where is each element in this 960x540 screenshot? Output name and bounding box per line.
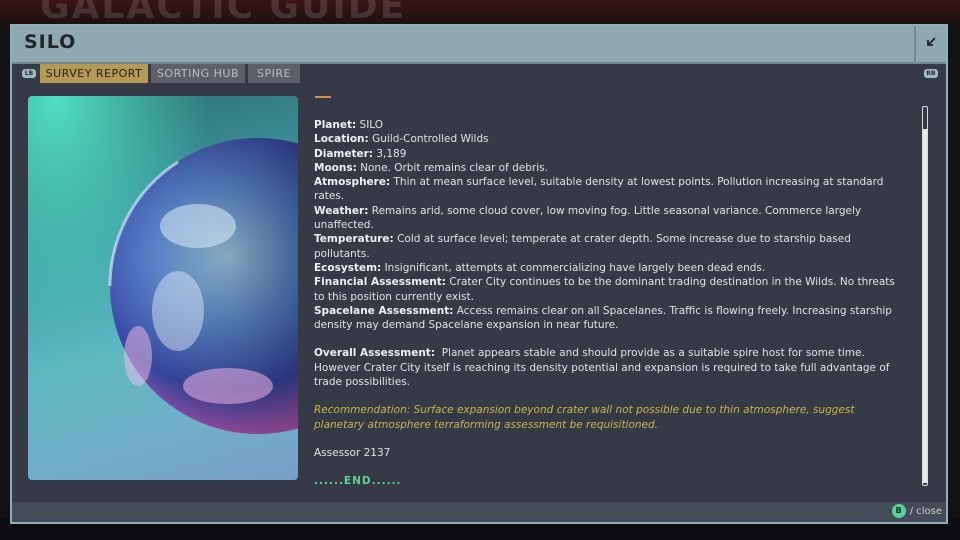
report-line-ecosystem: Ecosystem: Insignificant, attempts at co… [314, 261, 766, 274]
collapse-button[interactable] [914, 26, 946, 62]
background-ghost-title: GALACTIC GUIDE [40, 0, 407, 27]
report-line-weather: Weather: Remains arid, some cloud cover,… [314, 204, 862, 232]
report-line-temperature: Temperature: Cold at surface level; temp… [314, 233, 851, 260]
b-button-icon: B [891, 504, 906, 518]
arrow-down-left-icon [925, 36, 937, 52]
planet-image [28, 96, 298, 480]
left-bumper-hint: LB [22, 69, 36, 78]
report-line-location: Location: Guild-Controlled Wilds [314, 133, 489, 146]
survey-report-text: Planet: SILO Location: Guild-Controlled … [314, 118, 906, 489]
report-end-marker: ......END...... [314, 475, 402, 488]
window-footer: B / close [12, 502, 946, 522]
close-hint[interactable]: B / close [891, 504, 942, 518]
report-overall-assessment: Overall Assessment: Planet appears stabl… [314, 347, 893, 389]
report-recommendation: Recommendation: Surface expansion beyond… [314, 404, 855, 431]
report-line-atmosphere: Atmosphere: Thin at mean surface level, … [314, 176, 884, 203]
scrollbar-thumb[interactable] [923, 129, 927, 483]
tab-row: LB SURVEY REPORT SORTING HUB SPIRE RB [12, 64, 946, 86]
window-titlebar: SILO [12, 26, 946, 64]
tab-survey-report[interactable]: SURVEY REPORT [40, 64, 148, 83]
report-line-diameter: Diameter: 3,189 [314, 147, 407, 160]
report-line-spacelane: Spacelane Assessment: Access remains cle… [314, 304, 892, 332]
tab-spire[interactable]: SPIRE [248, 64, 300, 83]
close-label: / close [909, 505, 942, 517]
report-line-planet: Planet: SILO [314, 119, 384, 131]
report-line-moons: Moons: None. Orbit remains clear of debr… [314, 161, 548, 174]
report-assessor: Assessor 2137 [314, 446, 391, 459]
planet-survey-window: SILO LB SURVEY REPORT SORTING HUB SPIRE … [10, 24, 948, 524]
window-title: SILO [24, 31, 77, 53]
report-scrollbar[interactable] [922, 106, 928, 486]
tab-sorting-hub[interactable]: SORTING HUB [151, 64, 245, 83]
right-bumper-hint: RB [924, 69, 938, 78]
accent-dash [315, 96, 331, 98]
report-line-financial: Financial Assessment: Crater City contin… [314, 276, 895, 303]
